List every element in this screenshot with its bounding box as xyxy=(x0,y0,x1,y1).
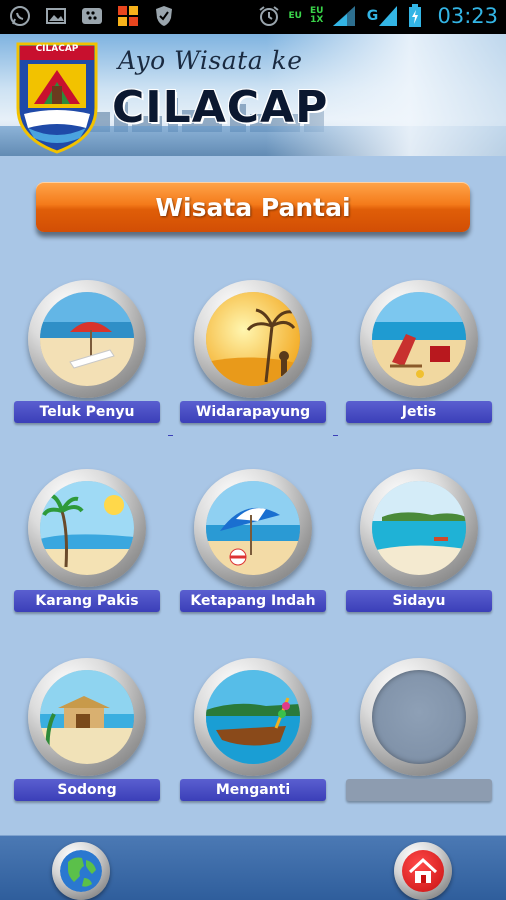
beach-thumbnail[interactable] xyxy=(360,469,478,587)
beach-label[interactable]: Ketapang Indah xyxy=(180,590,326,612)
city-name: CILACAP xyxy=(112,82,329,133)
beach-thumbnail[interactable] xyxy=(194,658,312,776)
sunset-palm-image xyxy=(206,292,300,386)
status-bar: EU EU 1X G 03:23 xyxy=(0,0,506,34)
clock: 03:23 xyxy=(437,4,498,28)
beach-thumbnail[interactable] xyxy=(194,469,312,587)
cilacap-crest-logo: CILACAP xyxy=(14,42,100,154)
home-button[interactable] xyxy=(394,842,452,900)
beach-label[interactable]: Teluk Penyu xyxy=(14,401,160,423)
globe-icon xyxy=(60,850,102,892)
beach-label[interactable]: Sidayu xyxy=(346,590,492,612)
category-title: Wisata Pantai xyxy=(155,192,351,222)
beach-chair-image xyxy=(372,292,466,386)
header-banner: CILACAP Ayo Wisata ke CILACAP xyxy=(0,34,506,156)
alarm-icon xyxy=(257,4,281,28)
beach-label[interactable]: Sodong xyxy=(14,779,160,801)
umbrella-ball-image xyxy=(206,481,300,575)
divider-mark xyxy=(333,435,338,436)
beach-label[interactable]: Jetis xyxy=(346,401,492,423)
crest-label: CILACAP xyxy=(35,44,79,54)
shield-icon xyxy=(152,4,176,28)
home-icon xyxy=(402,850,444,892)
network-indicator: EU xyxy=(288,10,302,21)
windows-icon xyxy=(116,4,140,28)
beach-thumbnail[interactable] xyxy=(28,280,146,398)
beach-umbrella-image xyxy=(40,292,134,386)
gallery-icon xyxy=(44,4,68,28)
beach-label[interactable]: Menganti xyxy=(180,779,326,801)
longtail-boat-image xyxy=(206,670,300,764)
battery-icon xyxy=(407,4,423,28)
beach-label[interactable]: Karang Pakis xyxy=(14,590,160,612)
beach-thumbnail[interactable] xyxy=(194,280,312,398)
beach-thumbnail[interactable] xyxy=(28,469,146,587)
beach-thumbnail[interactable] xyxy=(28,658,146,776)
tagline: Ayo Wisata ke xyxy=(118,46,303,75)
g-signal-icon: G xyxy=(365,4,399,28)
network-indicator-2: EU 1X xyxy=(310,6,324,25)
category-title-button[interactable]: Wisata Pantai xyxy=(36,182,470,232)
empty-label xyxy=(346,779,492,801)
palm-beach-image xyxy=(40,481,134,575)
globe-button[interactable] xyxy=(52,842,110,900)
divider-mark xyxy=(168,435,173,436)
beach-hut-image xyxy=(40,670,134,764)
beach-thumbnail[interactable] xyxy=(360,280,478,398)
blackberry-icon xyxy=(80,4,104,28)
turquoise-sea-image xyxy=(372,481,466,575)
whatsapp-icon xyxy=(8,4,32,28)
signal-icon xyxy=(331,4,357,28)
beach-label[interactable]: Widarapayung xyxy=(180,401,326,423)
empty-thumbnail xyxy=(360,658,478,776)
